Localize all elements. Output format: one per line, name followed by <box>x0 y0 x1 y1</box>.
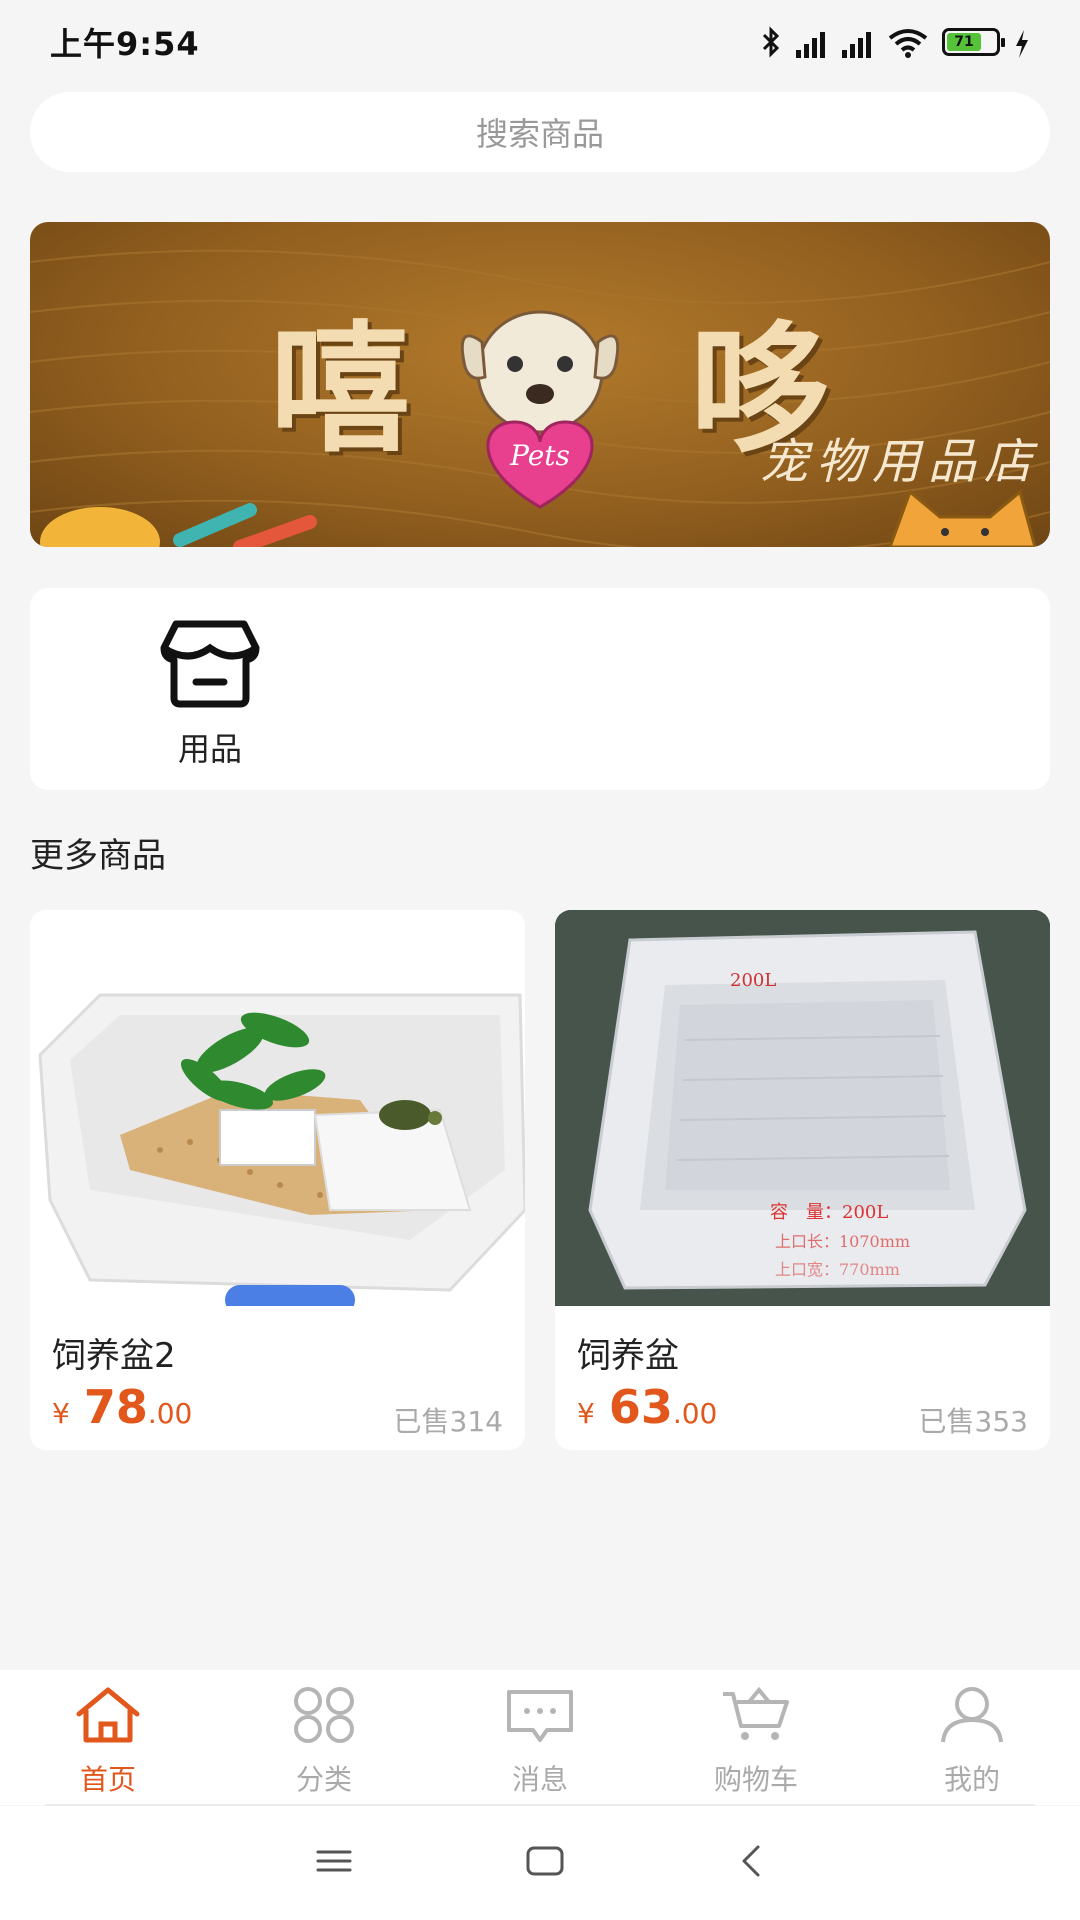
price-currency: ¥ <box>577 1397 595 1430</box>
message-icon <box>503 1684 577 1750</box>
product-price: ¥63.00 <box>577 1380 717 1434</box>
signal-hd-icon <box>842 26 874 58</box>
status-icons: 71 <box>760 26 1030 58</box>
home-icon <box>73 1684 143 1750</box>
tab-messages[interactable]: 消息 <box>432 1670 648 1805</box>
battery-icon: 71 <box>942 28 1005 56</box>
tab-label: 首页 <box>79 1763 136 1796</box>
image-capacity-text: 容 量：200L <box>770 1202 889 1223</box>
system-nav-bar <box>0 1806 1080 1920</box>
status-bar: 上午9:54 71 <box>0 0 1080 84</box>
product-name: 饲养盆2 <box>52 1336 176 1376</box>
product-price: ¥78.00 <box>52 1380 192 1434</box>
user-icon <box>937 1684 1007 1750</box>
banner-subtitle: 宠物用品店 <box>759 434 1040 490</box>
banner-artwork: Pets <box>30 249 1050 547</box>
banner-title-left: 嘻 <box>270 309 411 472</box>
tab-profile[interactable]: 我的 <box>864 1670 1080 1805</box>
product-image[interactable] <box>30 910 525 1306</box>
charging-icon <box>1014 26 1030 58</box>
image-length-text: 上口长：1070mm <box>775 1232 911 1251</box>
banner-badge-text: Pets <box>509 439 570 472</box>
dog-mascot <box>460 310 620 434</box>
price-currency: ¥ <box>52 1397 70 1430</box>
tab-label: 消息 <box>511 1763 568 1796</box>
price-decimal: .00 <box>147 1397 193 1430</box>
back-icon[interactable] <box>736 1843 766 1883</box>
price-integer: 78 <box>83 1380 148 1434</box>
product-name: 饲养盆 <box>577 1336 679 1376</box>
search-input[interactable]: 搜索商品 <box>30 92 1050 172</box>
image-tag-text: 200L <box>730 970 777 991</box>
battery-level: 71 <box>947 33 982 51</box>
tab-label: 我的 <box>943 1763 1000 1796</box>
price-integer: 63 <box>608 1380 673 1434</box>
product-card[interactable]: 200L 容 量：200L 上口长：1070mm 上口宽：770mm 饲养盆 ¥… <box>555 910 1050 1450</box>
image-width-text: 上口宽：770mm <box>775 1260 900 1279</box>
cart-icon <box>719 1684 793 1750</box>
product-image[interactable]: 200L 容 量：200L 上口长：1070mm 上口宽：770mm <box>555 910 1050 1306</box>
product-card[interactable]: 饲养盆2 ¥78.00 已售314 <box>30 910 525 1450</box>
section-title: 更多商品 <box>30 836 166 876</box>
menu-icon[interactable] <box>314 1846 354 1880</box>
grid-icon <box>289 1684 359 1750</box>
signal-hd-icon <box>796 26 828 58</box>
home-square-icon[interactable] <box>524 1844 566 1882</box>
sold-count: 已售353 <box>918 1405 1028 1438</box>
tab-label: 购物车 <box>713 1763 798 1796</box>
status-time: 上午9:54 <box>50 25 200 63</box>
bluetooth-icon <box>760 26 782 58</box>
price-decimal: .00 <box>672 1397 718 1430</box>
tab-label: 分类 <box>295 1763 352 1796</box>
category-item-supplies[interactable]: 用品 <box>115 618 305 768</box>
tab-category[interactable]: 分类 <box>216 1670 432 1805</box>
tab-cart[interactable]: 购物车 <box>648 1670 864 1805</box>
category-label: 用品 <box>177 730 242 768</box>
sold-count: 已售314 <box>393 1405 503 1438</box>
category-card: 用品 <box>30 588 1050 790</box>
shop-box-icon <box>150 618 270 714</box>
wifi-icon <box>888 26 928 58</box>
promo-banner[interactable]: Pets 嘻 哆 宠物用品店 <box>30 222 1050 547</box>
bottom-tab-bar: 首页 分类 消息 购物车 我的 <box>0 1670 1080 1805</box>
tab-home[interactable]: 首页 <box>0 1670 216 1805</box>
